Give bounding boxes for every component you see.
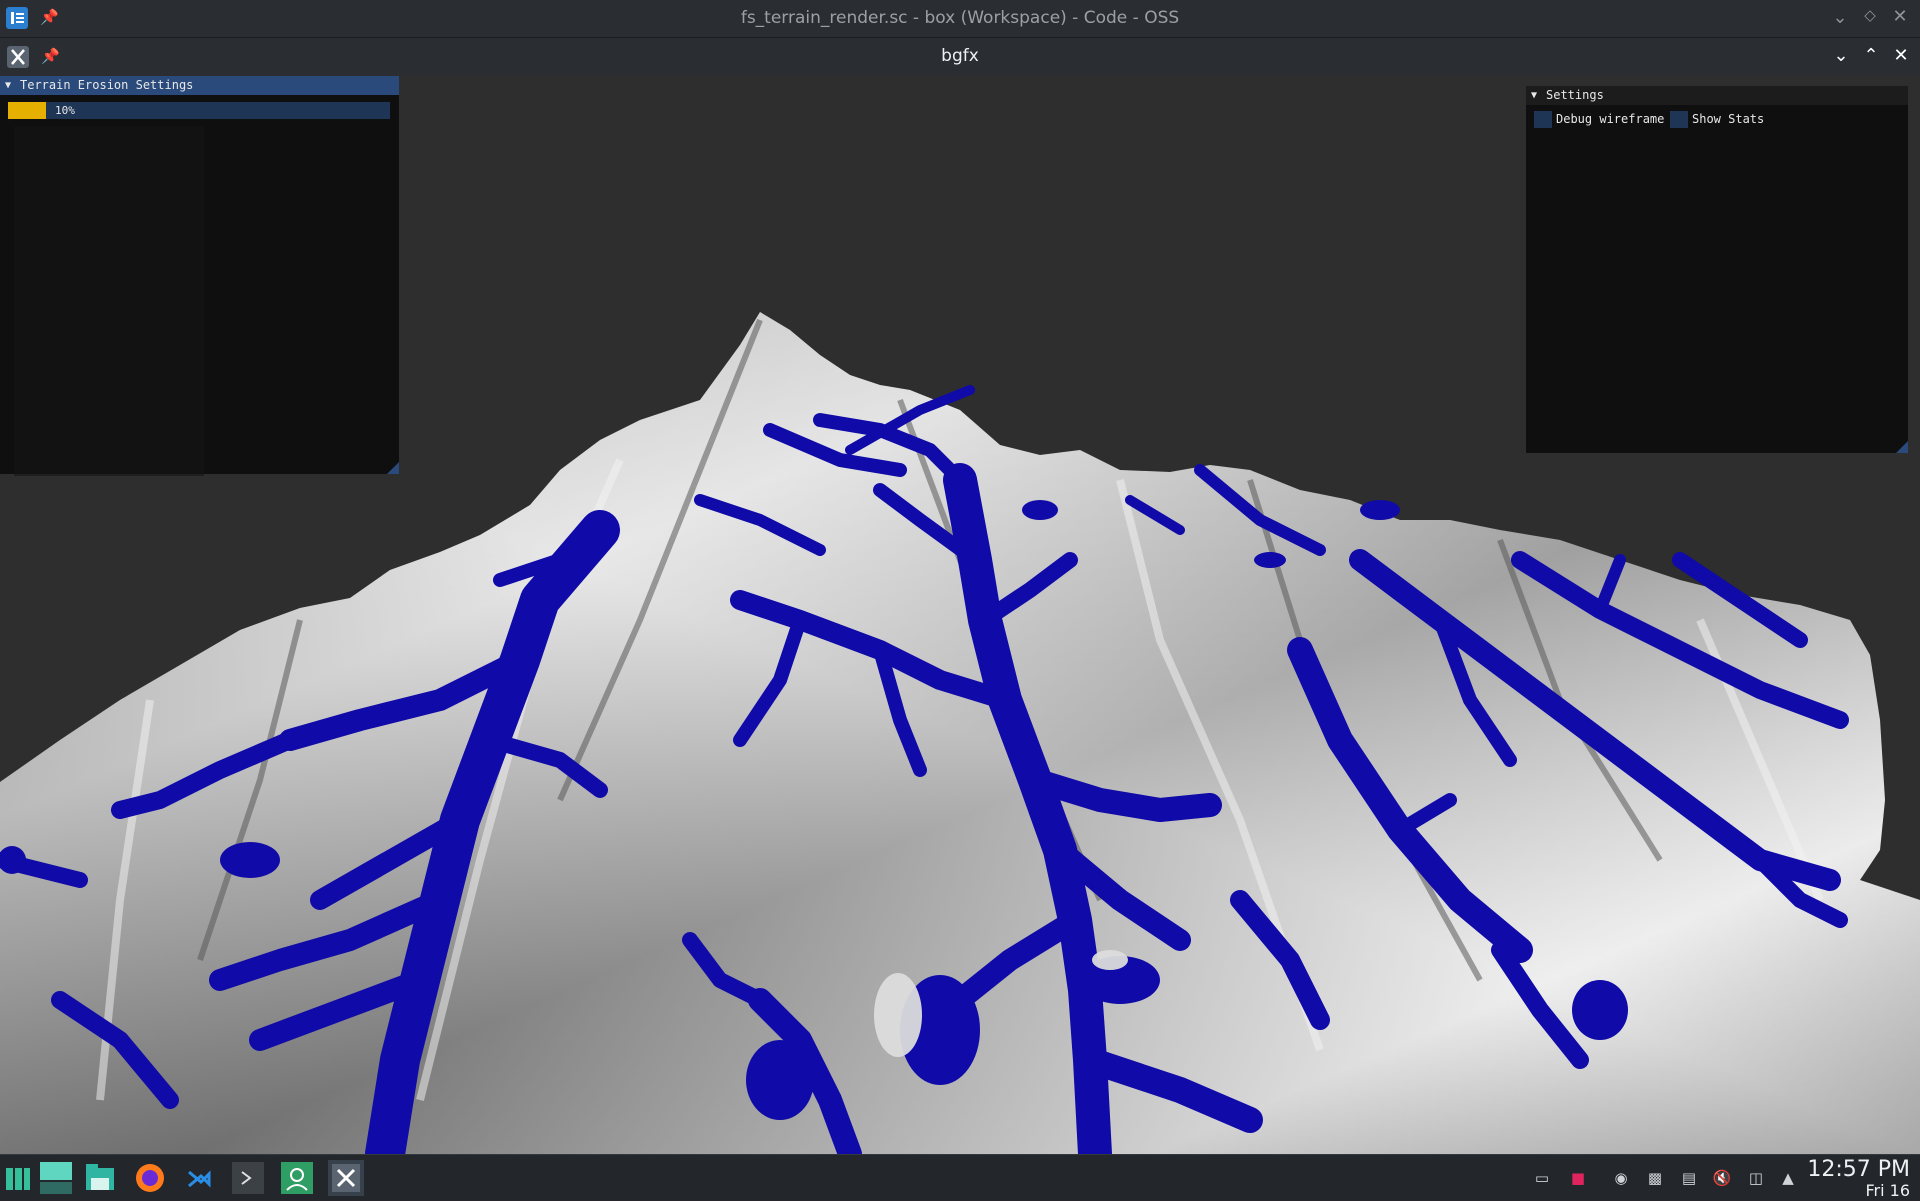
app-launcher-icon[interactable] [0, 1160, 36, 1196]
debug-wireframe-checkbox[interactable] [1534, 111, 1552, 128]
faded-controls-overlay [14, 126, 204, 476]
resize-grip-icon[interactable] [387, 462, 399, 474]
show-stats-label: Show Stats [1692, 112, 1765, 126]
erosion-progress-fill [8, 102, 47, 119]
clipboard-icon[interactable]: ▤ [1679, 1168, 1699, 1188]
settings-panel-header[interactable]: ▼ Settings [1526, 86, 1908, 105]
editor-window-title: fs_terrain_render.sc - box (Workspace) -… [740, 8, 1180, 28]
terrain-viewport[interactable]: ▼ Terrain Erosion Settings 10% ▼ Setting… [0, 76, 1920, 1154]
bgfx-window-title: bgfx [941, 46, 979, 66]
volume-muted-icon[interactable]: 🔇 [1712, 1168, 1732, 1188]
collapse-triangle-icon[interactable]: ▼ [1531, 86, 1537, 105]
clock-date: Fri 16 [1865, 1181, 1910, 1200]
maximize-button[interactable]: ◇ [1858, 6, 1882, 24]
file-manager-icon[interactable] [82, 1160, 118, 1196]
terrain-erosion-panel-header[interactable]: ▼ Terrain Erosion Settings [0, 76, 399, 95]
erosion-progress-bar: 10% [8, 102, 390, 119]
screenshot-icon[interactable] [279, 1160, 315, 1196]
clock-time: 12:57 PM [1807, 1157, 1910, 1182]
terrain-erosion-panel-title: Terrain Erosion Settings [20, 78, 194, 92]
desktop-icon[interactable] [38, 1160, 74, 1196]
minimize-button[interactable]: ⌄ [1828, 7, 1852, 28]
firefox-icon[interactable] [132, 1160, 168, 1196]
bgfx-icon[interactable] [328, 1160, 364, 1196]
taskbar: ▭ ■ ◉ ▩ ▤ 🔇 ◫ ▲ 12:57 PM Fri 16 [0, 1154, 1920, 1201]
terminal-icon[interactable] [230, 1160, 266, 1196]
terminal-tray-icon[interactable]: ▩ [1645, 1168, 1665, 1188]
close-button[interactable]: ✕ [1888, 6, 1912, 27]
erosion-progress-label: 10% [55, 104, 75, 117]
clock[interactable]: 12:57 PM Fri 16 [1807, 1157, 1910, 1199]
show-stats-checkbox[interactable] [1670, 111, 1688, 128]
close-button[interactable]: ✕ [1889, 45, 1913, 66]
network-icon[interactable]: ◫ [1746, 1168, 1766, 1188]
package-icon[interactable]: ■ [1568, 1168, 1588, 1188]
tray-expand-icon[interactable]: ▲ [1778, 1168, 1798, 1188]
maximize-button[interactable]: ⌃ [1859, 45, 1883, 66]
resize-grip-icon[interactable] [1896, 441, 1908, 453]
editor-titlebar: 📌 fs_terrain_render.sc - box (Workspace)… [0, 0, 1920, 38]
collapse-triangle-icon[interactable]: ▼ [5, 76, 11, 95]
debug-wireframe-label: Debug wireframe [1556, 112, 1665, 126]
bgfx-titlebar: 📌 bgfx ⌄ ⌃ ✕ [0, 38, 1920, 75]
display-icon[interactable]: ▭ [1532, 1168, 1552, 1188]
vscode-icon[interactable] [181, 1160, 217, 1196]
settings-panel-title: Settings [1546, 88, 1604, 102]
settings-panel: ▼ Settings Debug wireframe Show Stats [1526, 86, 1908, 453]
terrain-erosion-panel: ▼ Terrain Erosion Settings 10% [0, 76, 399, 476]
notifications-icon[interactable]: ◉ [1611, 1168, 1631, 1188]
minimize-button[interactable]: ⌄ [1829, 45, 1853, 66]
